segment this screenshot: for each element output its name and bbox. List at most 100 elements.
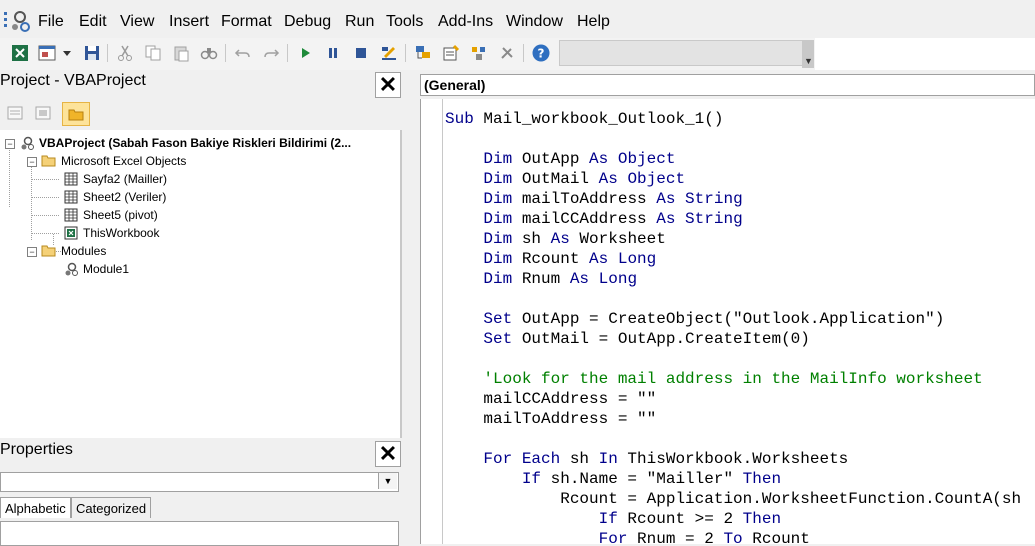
code-line[interactable]: 'Look for the mail address in the MailIn… <box>445 369 983 389</box>
view-code-button[interactable] <box>2 102 28 124</box>
properties-object-select[interactable] <box>0 472 399 492</box>
worksheet-icon <box>62 189 80 205</box>
menu-edit[interactable]: Edit <box>79 13 107 31</box>
toolbox-icon[interactable] <box>496 42 518 64</box>
code-line[interactable]: Rcount = Application.WorksheetFunction.C… <box>445 489 1021 509</box>
code-line[interactable]: Dim Rnum As Long <box>445 269 637 289</box>
menu-view[interactable]: View <box>120 13 154 31</box>
excel-objects-collapse-toggle[interactable]: − <box>27 157 37 167</box>
reset-icon[interactable] <box>350 42 372 64</box>
worksheet-icon <box>62 207 80 223</box>
tab-alphabetic[interactable]: Alphabetic <box>0 497 71 518</box>
menu-tools[interactable]: Tools <box>386 13 423 31</box>
tree-item-module1[interactable]: Module1 <box>62 260 129 278</box>
break-icon[interactable] <box>322 42 344 64</box>
properties-pane-close-button[interactable]: ✕ <box>375 441 401 467</box>
root-collapse-toggle[interactable]: − <box>5 139 15 149</box>
modules-collapse-toggle[interactable]: − <box>27 247 37 257</box>
code-keyword: As String <box>656 190 743 208</box>
code-line[interactable]: Sub Mail_workbook_Outlook_1() <box>445 109 723 129</box>
menu-insert[interactable]: Insert <box>169 13 209 31</box>
tree-item-vbaproject[interactable]: VBAProject (Sabah Fason Bakiye Riskleri … <box>18 134 351 152</box>
tree-item-sheet[interactable]: Sheet5 (pivot) <box>62 206 158 224</box>
help-icon[interactable]: ? <box>530 42 552 64</box>
properties-grid[interactable] <box>0 521 399 546</box>
code-line[interactable]: If Rcount >= 2 Then <box>445 509 781 529</box>
tree-item-sheet[interactable]: Sheet2 (Veriler) <box>62 188 166 206</box>
chevron-down-icon[interactable]: ▼ <box>378 473 397 489</box>
object-browser-icon[interactable] <box>468 42 490 64</box>
code-line[interactable]: Dim mailToAddress As String <box>445 189 743 209</box>
code-text: sh.Name = "Mailler" <box>541 470 743 488</box>
tab-categorized[interactable]: Categorized <box>71 497 152 518</box>
code-line[interactable]: For Each sh In ThisWorkbook.Worksheets <box>445 449 848 469</box>
redo-icon[interactable] <box>260 42 282 64</box>
tree-item-modules[interactable]: Modules <box>40 242 106 260</box>
find-icon[interactable] <box>198 42 220 64</box>
code-editor[interactable]: Sub Mail_workbook_Outlook_1() Dim OutApp… <box>420 99 1035 544</box>
project-explorer-icon[interactable] <box>412 42 434 64</box>
project-pane-close-button[interactable]: ✕ <box>375 72 401 98</box>
properties-window-icon[interactable] <box>440 42 462 64</box>
paste-icon[interactable] <box>170 42 192 64</box>
insert-dropdown-icon[interactable] <box>60 42 74 64</box>
code-line[interactable]: Dim OutApp As Object <box>445 149 675 169</box>
code-line[interactable]: If sh.Name = "Mailler" Then <box>445 469 781 489</box>
menu-addins[interactable]: Add-Ins <box>438 13 493 31</box>
code-keyword: Set <box>483 330 513 348</box>
menu-run[interactable]: Run <box>345 13 374 31</box>
code-comment: 'Look for the mail address in the MailIn… <box>483 370 983 388</box>
tree-item-excel-objects[interactable]: Microsoft Excel Objects <box>40 152 186 170</box>
menu-help[interactable]: Help <box>577 13 610 31</box>
menu-format[interactable]: Format <box>221 13 272 31</box>
undo-icon[interactable] <box>232 42 254 64</box>
tree-item-thisworkbook[interactable]: ThisWorkbook <box>62 224 159 242</box>
menu-debug[interactable]: Debug <box>284 13 331 31</box>
code-margin-indicator-bar[interactable] <box>421 99 443 544</box>
code-keyword: As String <box>656 210 743 228</box>
code-text: OutApp = CreateObject("Outlook.Applicati… <box>512 310 945 328</box>
toggle-folders-button[interactable] <box>62 102 90 126</box>
object-combo[interactable]: (General) <box>420 74 1035 96</box>
standard-toolbar: ? ▼ <box>0 38 815 71</box>
tree-item-sheet[interactable]: Sayfa2 (Mailler) <box>62 170 167 188</box>
insert-userform-icon[interactable] <box>36 42 58 64</box>
code-line[interactable]: mailToAddress = "" <box>445 409 656 429</box>
code-line[interactable]: Set OutMail = OutApp.CreateItem(0) <box>445 329 809 349</box>
vba-app-icon[interactable] <box>2 8 32 36</box>
properties-pane: Properties ✕ ▼ Alphabetic Categorized <box>0 438 402 546</box>
view-excel-icon[interactable] <box>9 42 31 64</box>
save-icon[interactable] <box>81 42 103 64</box>
code-line[interactable]: Dim mailCCAddress As String <box>445 209 743 229</box>
tree-item-sheet-label: Sheet5 (pivot) <box>83 208 158 222</box>
project-tree: − VBAProject (Sabah Fason Bakiye Riskler… <box>0 130 402 438</box>
copy-icon[interactable] <box>142 42 164 64</box>
code-line[interactable]: Dim OutMail As Object <box>445 169 685 189</box>
code-text: sh <box>560 450 599 468</box>
code-line[interactable]: Dim Rcount As Long <box>445 249 656 269</box>
cut-icon[interactable] <box>114 42 136 64</box>
view-object-button[interactable] <box>30 102 56 124</box>
code-text: Rnum <box>512 270 570 288</box>
pane-splitter[interactable] <box>402 70 410 544</box>
code-line[interactable]: mailCCAddress = "" <box>445 389 656 409</box>
code-text: mailCCAddress <box>512 210 657 228</box>
code-line[interactable]: Dim sh As Worksheet <box>445 229 665 249</box>
design-mode-icon[interactable] <box>378 42 400 64</box>
menu-file[interactable]: File <box>38 13 64 31</box>
menu-window[interactable]: Window <box>506 13 563 31</box>
code-keyword: As <box>550 230 570 248</box>
code-line[interactable]: Set OutApp = CreateObject("Outlook.Appli… <box>445 309 944 329</box>
code-keyword: As Long <box>569 270 638 288</box>
code-keyword: Then <box>742 470 782 488</box>
run-icon[interactable] <box>294 42 316 64</box>
code-line[interactable]: For Rnum = 2 To Rcount <box>445 529 810 544</box>
code-text: Rcount = Application.WorksheetFunction.C… <box>445 490 1022 508</box>
code-keyword: To <box>723 530 743 544</box>
toolbar-empty-area <box>815 38 1035 71</box>
